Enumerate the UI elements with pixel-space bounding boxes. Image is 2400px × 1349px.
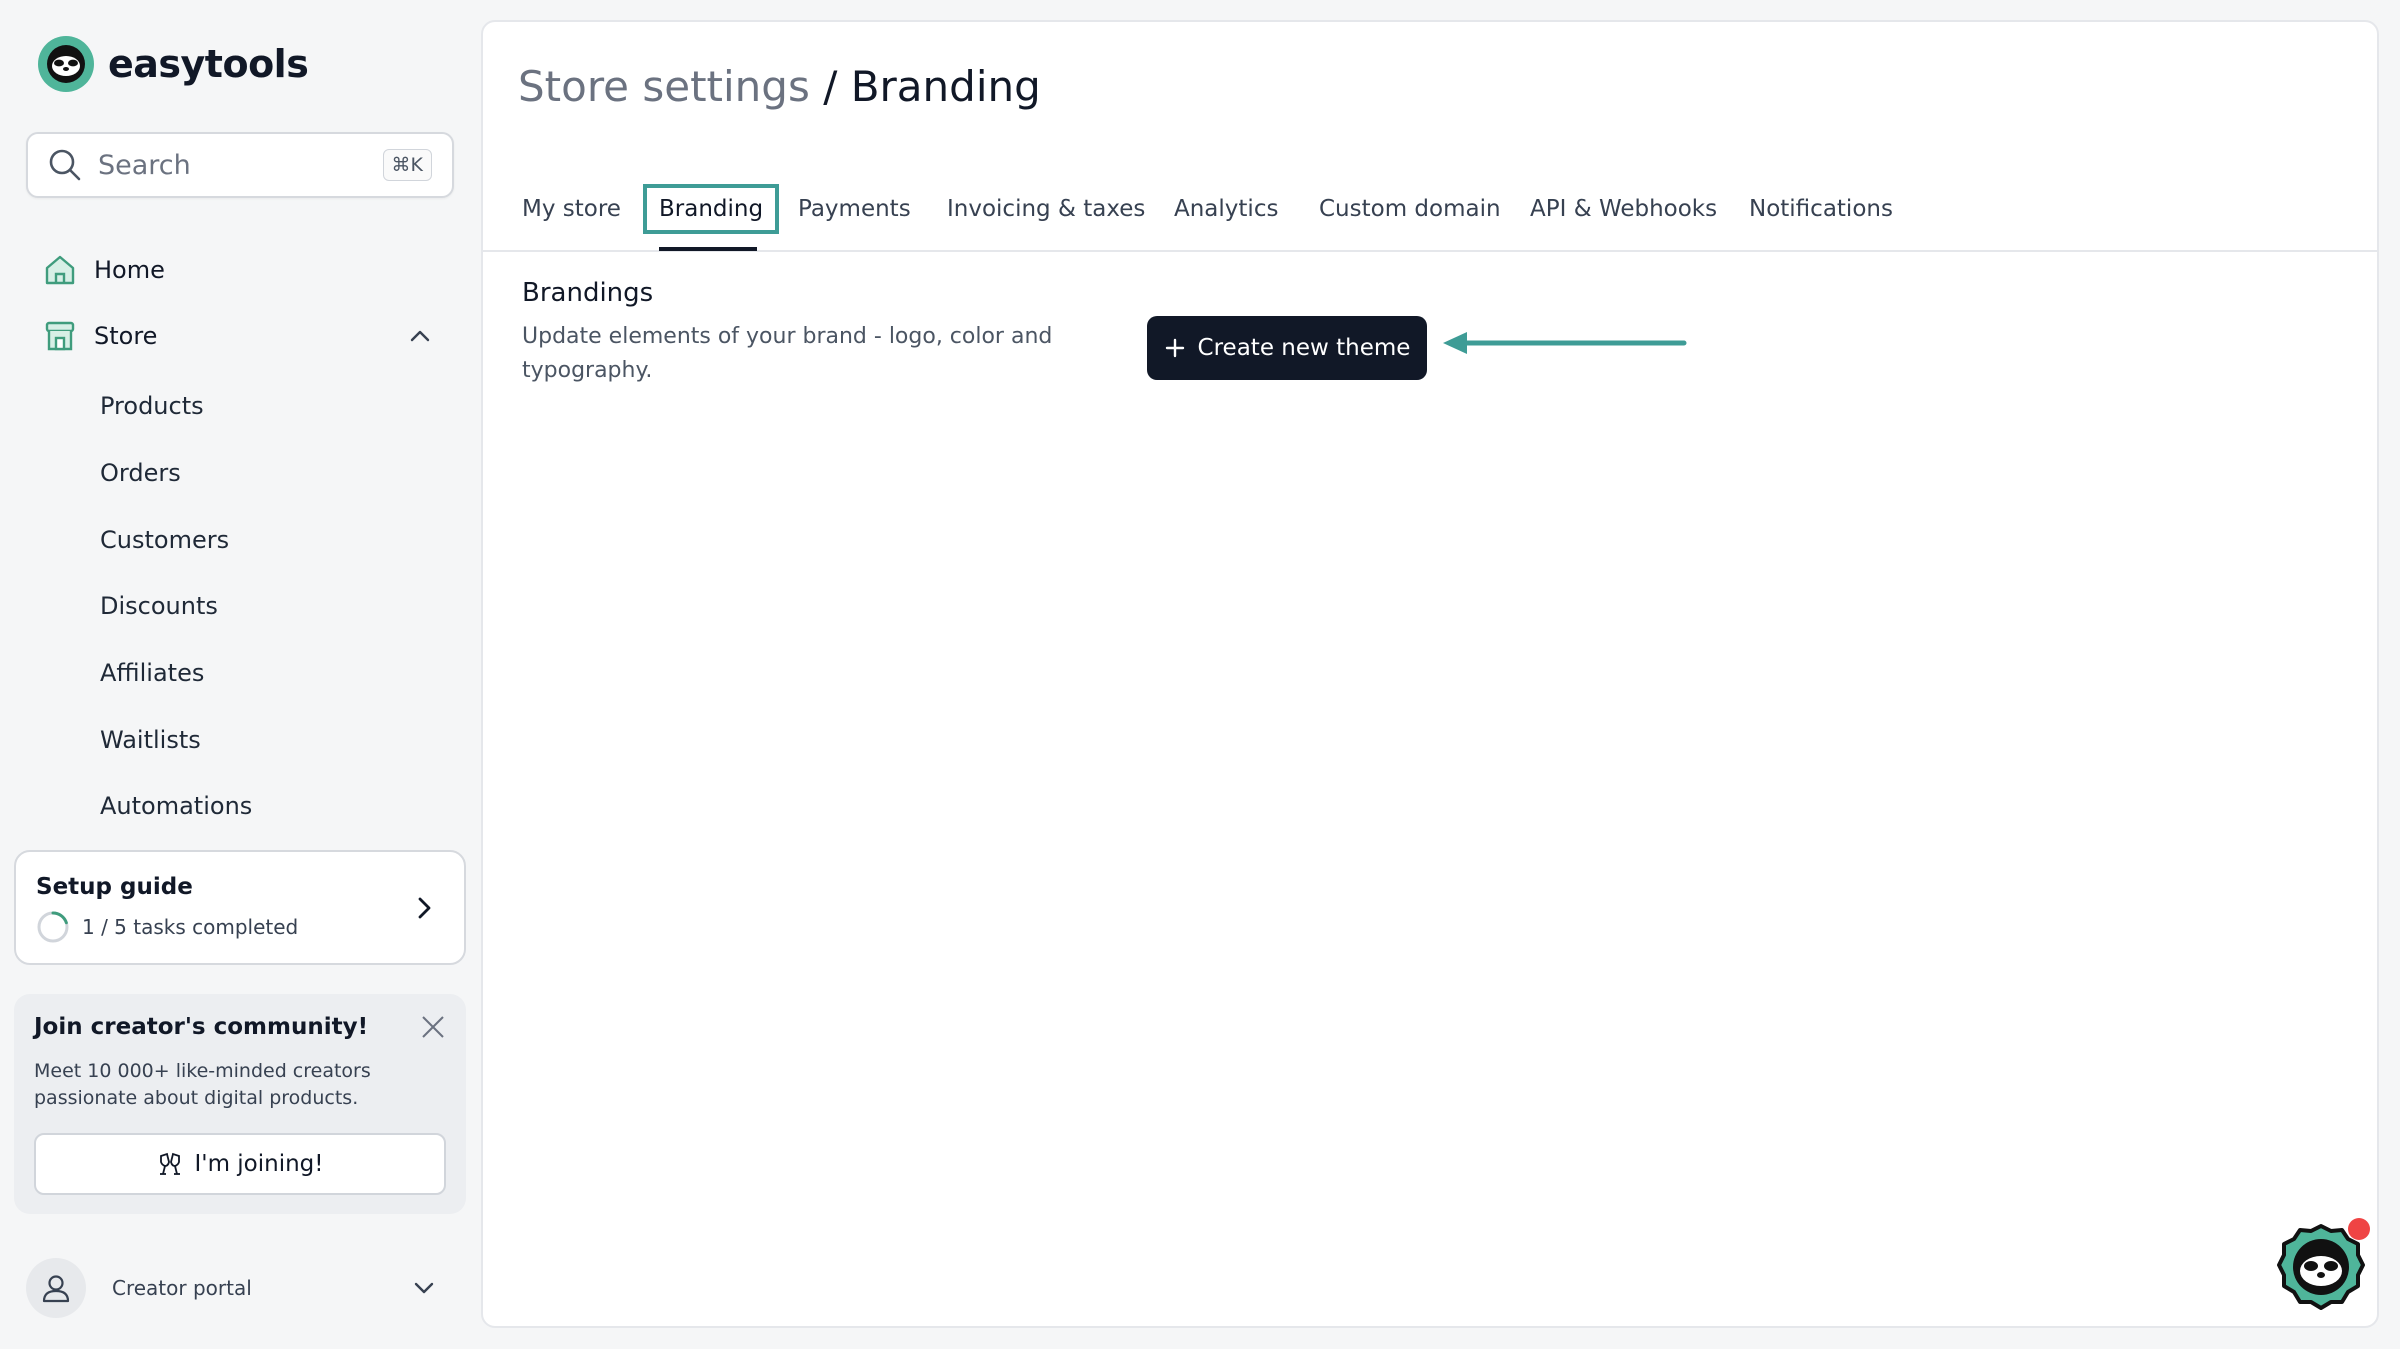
- cheers-icon: [160, 1152, 181, 1175]
- account-label: Creator portal: [112, 1276, 252, 1300]
- page-title: Store settings / Branding: [518, 62, 1041, 111]
- chevron-up-icon[interactable]: [408, 324, 432, 348]
- create-theme-button[interactable]: Create new theme: [1147, 316, 1427, 380]
- tab-analytics[interactable]: Analytics: [1174, 196, 1278, 222]
- breadcrumb-current: Branding: [850, 62, 1041, 111]
- tab-api-webhooks[interactable]: API & Webhooks: [1530, 196, 1717, 222]
- store-icon: [45, 321, 75, 351]
- brand[interactable]: easytools: [38, 36, 309, 92]
- brand-name: easytools: [108, 42, 309, 86]
- community-card: Join creator's community! Meet 10 000+ l…: [14, 994, 466, 1214]
- section-title: Brandings: [522, 278, 654, 308]
- notification-dot: [2348, 1218, 2370, 1240]
- sidebar-item-products[interactable]: Products: [100, 392, 204, 420]
- sidebar: easytools Search ⌘K Home Store Products …: [0, 0, 480, 1349]
- close-icon[interactable]: [420, 1014, 446, 1040]
- sidebar-item-waitlists[interactable]: Waitlists: [100, 726, 201, 754]
- sidebar-item-discounts[interactable]: Discounts: [100, 592, 218, 620]
- tab-invoicing-taxes[interactable]: Invoicing & taxes: [947, 196, 1145, 222]
- setup-guide-progress: 1 / 5 tasks completed: [36, 910, 298, 944]
- search-placeholder: Search: [98, 149, 191, 181]
- sidebar-item-orders[interactable]: Orders: [100, 459, 181, 487]
- breadcrumb-separator: /: [809, 62, 851, 111]
- search-input[interactable]: Search ⌘K: [26, 132, 454, 198]
- chevron-down-icon: [414, 1282, 434, 1294]
- sidebar-item-home[interactable]: Home: [42, 252, 165, 288]
- main-panel: Store settings / Branding My store Brand…: [481, 20, 2379, 1328]
- sidebar-item-store-label: Store: [94, 322, 158, 350]
- community-text: Meet 10 000+ like-minded creators passio…: [34, 1060, 371, 1109]
- breadcrumb-store-settings[interactable]: Store settings: [518, 62, 810, 111]
- sidebar-item-store[interactable]: Store: [42, 318, 432, 354]
- plus-icon: [1165, 338, 1184, 358]
- setup-guide-progress-text: 1 / 5 tasks completed: [82, 915, 299, 939]
- settings-tabs: My store Branding Payments Invoicing & t…: [483, 166, 2377, 252]
- section-description: Update elements of your brand - logo, co…: [522, 324, 1053, 383]
- sloth-logo-icon: [38, 36, 94, 92]
- join-community-button-label: I'm joining!: [194, 1151, 324, 1177]
- tab-branding[interactable]: Branding: [643, 184, 780, 234]
- user-avatar-icon: [26, 1258, 86, 1318]
- tab-notifications[interactable]: Notifications: [1749, 196, 1893, 222]
- chevron-right-icon: [418, 897, 431, 919]
- tab-payments[interactable]: Payments: [798, 196, 911, 222]
- tab-my-store[interactable]: My store: [522, 196, 621, 222]
- sidebar-item-automations[interactable]: Automations: [100, 792, 252, 820]
- home-icon: [45, 255, 75, 285]
- sidebar-item-affiliates[interactable]: Affiliates: [100, 659, 204, 687]
- create-theme-button-label: Create new theme: [1197, 335, 1411, 361]
- setup-guide-card[interactable]: Setup guide 1 / 5 tasks completed: [14, 850, 466, 965]
- sidebar-item-home-label: Home: [94, 256, 165, 284]
- search-shortcut-badge: ⌘K: [382, 149, 432, 181]
- community-title: Join creator's community!: [34, 1014, 369, 1040]
- annotation-arrow-icon: [1443, 332, 1687, 354]
- join-community-button[interactable]: I'm joining!: [34, 1133, 446, 1195]
- progress-ring-icon: [37, 911, 69, 943]
- account-menu[interactable]: Creator portal: [26, 1258, 436, 1318]
- setup-guide-title: Setup guide: [36, 874, 193, 900]
- tab-custom-domain[interactable]: Custom domain: [1319, 196, 1501, 222]
- search-icon: [49, 149, 81, 181]
- active-tab-indicator: [659, 247, 757, 251]
- sidebar-item-customers[interactable]: Customers: [100, 526, 229, 554]
